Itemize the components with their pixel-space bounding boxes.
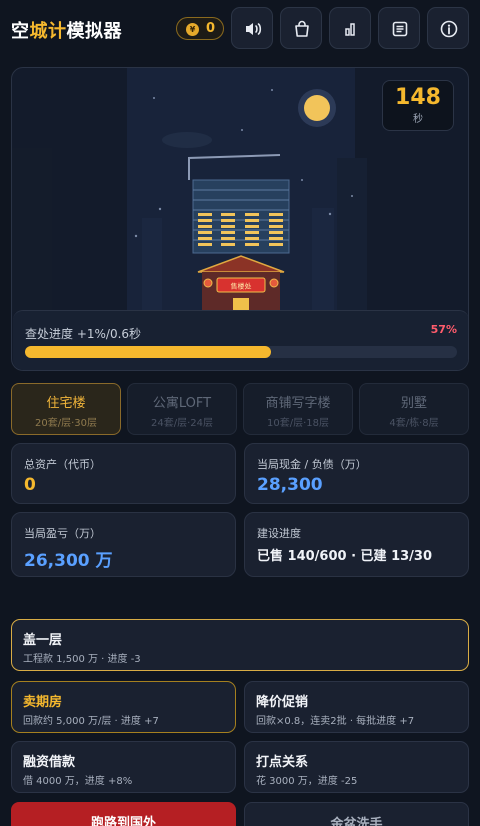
lantern: [269, 278, 279, 288]
stat-label: 当局现金 / 负债（万）: [257, 458, 367, 471]
tab-sub: 24套/层·24层: [151, 418, 213, 429]
notes-button[interactable]: [378, 7, 420, 49]
app-title: 空城计模拟器: [11, 17, 122, 43]
info-button[interactable]: [427, 7, 469, 49]
tab-sub: 10套/层·18层: [267, 418, 329, 429]
action-desc: 借 4000 万，进度 +8%: [23, 776, 133, 787]
bg-building: [142, 218, 162, 312]
progress-track: [25, 346, 457, 358]
coin-count: 0: [206, 21, 216, 36]
loan-button[interactable]: 融资借款 借 4000 万，进度 +8%: [11, 741, 236, 793]
sound-button[interactable]: [231, 7, 273, 49]
action-desc: 花 3000 万，进度 -25: [256, 776, 358, 787]
tower-floors: [192, 179, 290, 254]
timer-unit: 秒: [413, 114, 423, 125]
build-progress-card: 建设进度 已售 140/600 · 已建 13/30: [244, 512, 469, 577]
coin-balance: ¥ 0: [176, 17, 224, 40]
investigation-progress: 查处进度 +1%/0.6秒 57%: [13, 310, 468, 370]
tab-sub: 20套/层·30层: [35, 418, 97, 429]
action-desc: 回款×0.8，连卖2批 · 每批进度 +7: [256, 716, 415, 727]
tab-sub: 4套/栋·8层: [389, 418, 439, 429]
sales-sign-text: 售楼处: [231, 282, 252, 291]
title-part: 模拟器: [66, 21, 122, 42]
timer-value: 148: [395, 85, 441, 110]
stats-button[interactable]: [329, 7, 371, 49]
action-name: 降价促销: [256, 695, 309, 710]
build-floor-button[interactable]: 盖一层 工程款 1,500 万 · 进度 -3: [11, 619, 469, 671]
stat-label: 当局盈亏（万）: [24, 527, 101, 540]
stat-value: 已售 140/600 · 已建 13/30: [257, 549, 432, 564]
title-part: 空: [11, 21, 30, 42]
stat-value: 26,300 万: [24, 551, 113, 571]
volume-icon: [246, 23, 262, 35]
top-bar: 空城计模拟器 ¥ 0: [0, 0, 480, 58]
progress-percent: 57%: [430, 323, 457, 336]
tab-label: 公寓LOFT: [152, 396, 212, 411]
tab-label: 商铺写字楼: [265, 396, 331, 411]
bg-building-right: [337, 158, 367, 312]
shop-button[interactable]: [280, 7, 322, 49]
countdown-timer: 148 秒: [382, 80, 454, 131]
tab-commercial[interactable]: 商铺写字楼 10套/层·18层: [243, 383, 353, 435]
bg-building: [312, 208, 334, 312]
tab-villa[interactable]: 别墅 4套/栋·8层: [359, 383, 469, 435]
action-desc: 工程款 1,500 万 · 进度 -3: [23, 654, 141, 665]
stats-chart-icon: [345, 23, 355, 36]
progress-label: 查处进度 +1%/0.6秒: [25, 327, 142, 341]
moon: [304, 95, 330, 121]
progress-fill: [25, 346, 272, 358]
discount-sale-button[interactable]: 降价促销 回款×0.8，连卖2批 · 每批进度 +7: [244, 681, 469, 733]
lantern: [203, 278, 213, 288]
action-name: 打点关系: [256, 755, 309, 770]
bg-building-left: [12, 148, 52, 312]
flee-abroad-button[interactable]: 跑路到国外: [11, 802, 236, 826]
profit-loss-card: 当局盈亏（万） 26,300 万: [11, 512, 236, 577]
tab-loft[interactable]: 公寓LOFT 24套/层·24层: [127, 383, 237, 435]
stat-label: 总资产（代币）: [24, 458, 101, 471]
action-name: 卖期房: [23, 695, 63, 710]
button-label: 跑路到国外: [90, 816, 156, 826]
tab-label: 别墅: [400, 396, 427, 411]
bribe-button[interactable]: 打点关系 花 3000 万，进度 -25: [244, 741, 469, 793]
cloud: [162, 132, 212, 148]
action-desc: 回款约 5,000 万/层 · 进度 +7: [23, 716, 159, 727]
cash-debt-card: 当局现金 / 负债（万） 28,300: [244, 443, 469, 504]
presale-button[interactable]: 卖期房 回款约 5,000 万/层 · 进度 +7: [11, 681, 236, 733]
info-icon: [440, 20, 458, 38]
notes-icon: [392, 21, 408, 37]
tab-residential[interactable]: 住宅楼 20套/层·30层: [11, 383, 121, 435]
total-assets-card: 总资产（代币） 0: [11, 443, 236, 504]
stat-value: 28,300: [257, 475, 323, 495]
shop-bag-icon: [295, 20, 309, 37]
title-highlight: 城计: [29, 21, 67, 42]
stat-label: 建设进度: [257, 527, 301, 540]
game-scene: 售楼处 148 秒 查处进度 +1%/0.6秒 57%: [11, 67, 469, 371]
action-name: 盖一层: [23, 633, 63, 648]
coin-icon: ¥: [186, 23, 199, 36]
retire-button[interactable]: 金盆洗手: [244, 802, 469, 826]
button-label: 金盆洗手: [330, 817, 383, 826]
tab-label: 住宅楼: [46, 396, 86, 411]
stat-value: 0: [24, 475, 36, 495]
action-name: 融资借款: [23, 755, 76, 770]
